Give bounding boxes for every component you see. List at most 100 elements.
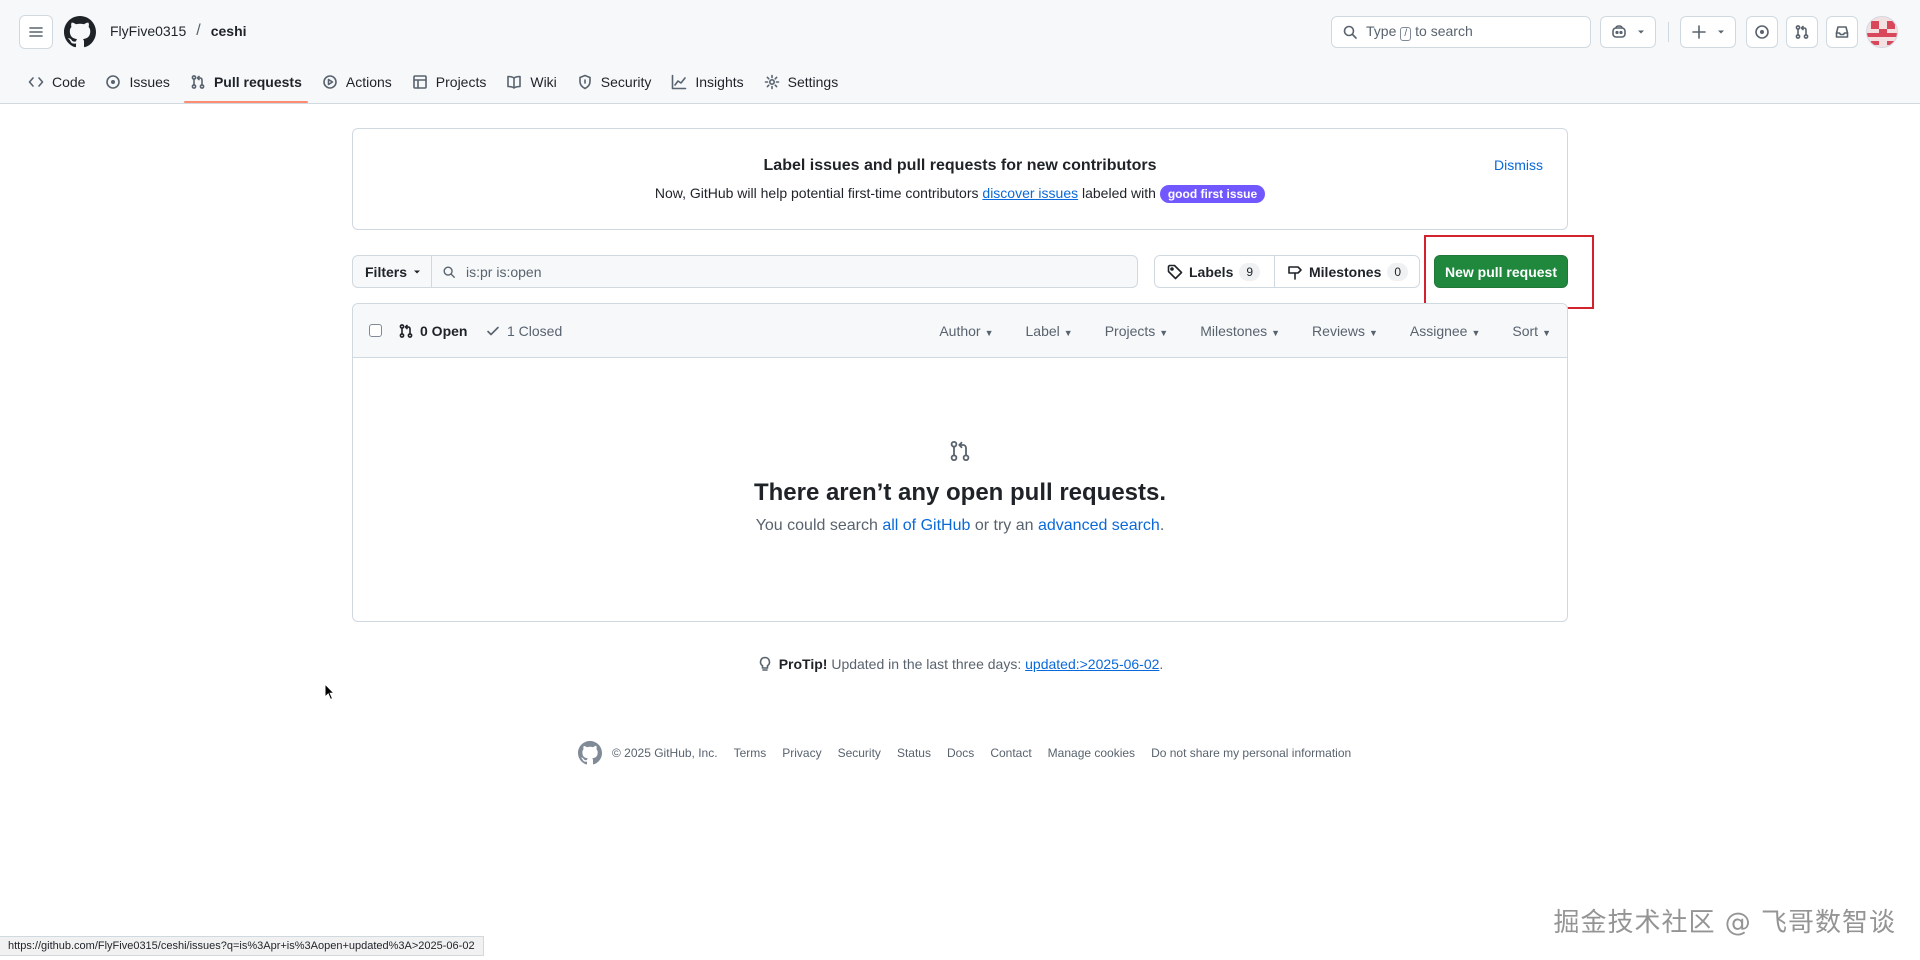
blankslate-title: There aren’t any open pull requests. — [753, 479, 1167, 506]
protip: ProTip! Updated in the last three days: … — [0, 656, 1920, 672]
search-input[interactable]: Type / to search — [1331, 16, 1591, 48]
discover-issues-link[interactable]: discover issues — [982, 185, 1078, 201]
tab-projects[interactable]: Projects — [402, 62, 497, 102]
open-filter[interactable]: 0 Open — [398, 323, 467, 339]
sort-menus: Author ▼ Label ▼ Projects ▼ Milestones ▼ Rev… — [939, 323, 1551, 339]
blankslate-text: . — [1159, 517, 1165, 534]
search-input[interactable]: is:pr is:open — [431, 255, 1138, 288]
milestones-count: 0 — [1387, 262, 1409, 281]
inbox-icon — [1834, 24, 1850, 40]
tab-pull-requests[interactable]: Pull requests — [180, 62, 312, 103]
closed-count: 1 Closed — [507, 323, 563, 339]
select-all-checkbox[interactable] — [369, 324, 382, 337]
footer-link-status[interactable]: Status — [897, 746, 931, 760]
git-pull-request-icon — [190, 74, 206, 90]
tab-label: Wiki — [530, 74, 557, 90]
tab-settings[interactable]: Settings — [754, 62, 849, 102]
protip-query-link[interactable]: updated:>2025-06-02 — [1025, 656, 1159, 672]
app-header: FlyFive0315 / ceshi Type / to search Cod… — [0, 0, 1920, 104]
footer-link-terms[interactable]: Terms — [734, 746, 767, 760]
milestones-menu[interactable]: Milestones ▼ — [1200, 323, 1280, 339]
tab-insights[interactable]: Insights — [661, 62, 753, 102]
inbox-button[interactable] — [1826, 16, 1858, 48]
play-icon — [322, 74, 338, 90]
list-header: 0 Open 1 Closed Author ▼ Label ▼ Projects ▼… — [353, 304, 1567, 358]
protip-text: . — [1159, 656, 1164, 672]
shield-icon — [577, 74, 593, 90]
footer-link-manage-cookies[interactable]: Manage cookies — [1048, 746, 1135, 760]
labels-button[interactable]: Labels 9 — [1154, 255, 1275, 288]
footer-link-do-not-share[interactable]: Do not share my personal information — [1151, 746, 1351, 760]
header-divider — [1668, 22, 1669, 42]
chevron-down-icon — [413, 268, 421, 276]
sort-menu[interactable]: Sort ▼ — [1512, 323, 1551, 339]
blankslate-subtitle: You could search all of GitHub or try an… — [353, 517, 1567, 535]
code-icon — [28, 74, 44, 90]
tab-wiki[interactable]: Wiki — [496, 62, 566, 102]
good-first-issue-label[interactable]: good first issue — [1159, 185, 1266, 203]
mouse-cursor-icon — [324, 683, 336, 701]
contributors-banner: Label issues and pull requests for new c… — [352, 128, 1568, 230]
reviews-menu[interactable]: Reviews ▼ — [1312, 323, 1378, 339]
gear-icon — [764, 74, 780, 90]
author-menu[interactable]: Author ▼ — [939, 323, 993, 339]
banner-text-part: Now, GitHub will help potential first-ti… — [654, 185, 979, 201]
owner-link[interactable]: FlyFive0315 — [110, 23, 186, 39]
tab-actions[interactable]: Actions — [312, 62, 402, 102]
table-icon — [412, 74, 428, 90]
check-icon — [485, 323, 501, 339]
repo-link[interactable]: ceshi — [211, 23, 247, 39]
github-logo-icon[interactable] — [578, 741, 602, 765]
tab-label: Security — [600, 74, 652, 90]
light-bulb-icon — [757, 656, 773, 672]
closed-filter[interactable]: 1 Closed — [485, 323, 562, 339]
footer-link-contact[interactable]: Contact — [990, 746, 1031, 760]
issue-opened-icon — [105, 74, 121, 90]
all-of-github-link[interactable]: all of GitHub — [882, 517, 970, 534]
dismiss-button[interactable]: Dismiss — [1494, 157, 1543, 173]
tab-code[interactable]: Code — [18, 62, 95, 102]
search-shortcut-key: / — [1400, 27, 1412, 41]
pull-requests-button[interactable] — [1786, 16, 1818, 48]
blankslate: There aren’t any open pull requests. You… — [353, 358, 1567, 535]
caret-down-icon: ▼ — [1471, 328, 1481, 338]
tab-issues[interactable]: Issues — [95, 62, 179, 102]
search-icon — [442, 265, 456, 279]
hamburger-icon — [28, 24, 44, 40]
watermark: 掘金技术社区 @ 飞哥数智谈 — [1553, 908, 1896, 938]
issues-button[interactable] — [1746, 16, 1778, 48]
projects-menu[interactable]: Projects ▼ — [1105, 323, 1169, 339]
footer-link-security[interactable]: Security — [838, 746, 881, 760]
blankslate-text: You could search — [755, 517, 878, 534]
label-menu[interactable]: Label ▼ — [1026, 323, 1073, 339]
milestones-button[interactable]: Milestones 0 — [1274, 255, 1420, 288]
protip-text: Updated in the last three days: — [831, 656, 1022, 672]
avatar[interactable] — [1866, 16, 1898, 48]
git-pull-request-icon — [948, 439, 972, 463]
tag-icon — [1167, 264, 1183, 280]
footer-link-docs[interactable]: Docs — [947, 746, 974, 760]
repo-nav: Code Issues Pull requests Actions Projec… — [18, 62, 849, 103]
tab-label: Settings — [787, 74, 839, 90]
tab-label: Actions — [345, 74, 392, 90]
tab-security[interactable]: Security — [567, 62, 662, 102]
banner-text-part: labeled with — [1082, 185, 1156, 201]
footer-link-privacy[interactable]: Privacy — [782, 746, 821, 760]
caret-down-icon: ▼ — [1159, 328, 1169, 338]
tab-label: Projects — [435, 74, 487, 90]
copilot-button[interactable] — [1600, 16, 1656, 48]
search-icon — [1342, 24, 1358, 40]
filters-button[interactable]: Filters — [352, 255, 432, 288]
create-new-button[interactable] — [1680, 16, 1736, 48]
search-query: is:pr is:open — [466, 263, 542, 280]
footer: © 2025 GitHub, Inc. Terms Privacy Securi… — [578, 741, 1351, 765]
advanced-search-link[interactable]: advanced search — [1038, 517, 1160, 534]
open-count: 0 Open — [420, 323, 468, 339]
assignee-menu[interactable]: Assignee ▼ — [1410, 323, 1481, 339]
new-pull-request-button[interactable]: New pull request — [1434, 255, 1568, 288]
menu-button[interactable] — [19, 15, 53, 49]
pull-request-list: 0 Open 1 Closed Author ▼ Label ▼ Projects ▼… — [352, 303, 1568, 622]
tab-label: Pull requests — [213, 74, 302, 90]
github-logo-icon[interactable] — [64, 16, 96, 48]
tab-label: Code — [52, 74, 86, 90]
